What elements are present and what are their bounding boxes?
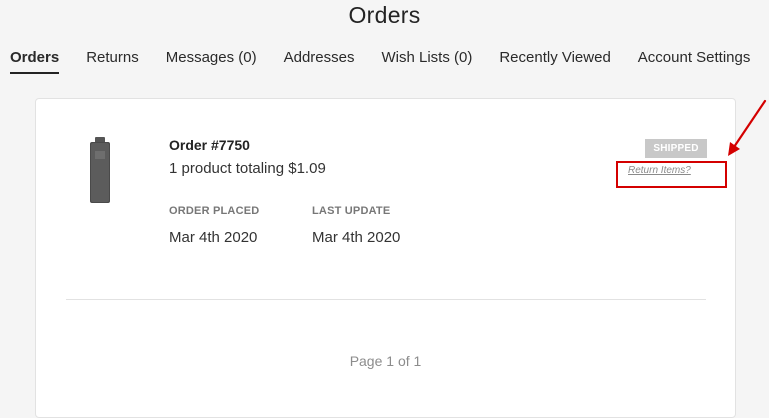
order-summary: 1 product totaling $1.09 — [169, 160, 326, 177]
annotation-arrow-icon — [728, 99, 767, 156]
return-items-link[interactable]: Return Items? — [628, 165, 691, 176]
tab-messages[interactable]: Messages (0) — [166, 48, 257, 72]
tab-returns[interactable]: Returns — [86, 48, 139, 72]
tab-recently-viewed[interactable]: Recently Viewed — [499, 48, 610, 72]
tab-wish-lists[interactable]: Wish Lists (0) — [381, 48, 472, 72]
order-placed-label: ORDER PLACED — [169, 205, 260, 217]
order-number[interactable]: Order #7750 — [169, 137, 250, 153]
usb-drive-icon[interactable] — [88, 137, 112, 203]
last-update-value: Mar 4th 2020 — [312, 229, 401, 246]
account-tabs: Orders Returns Messages (0) Addresses Wi… — [10, 48, 751, 74]
status-badge: SHIPPED — [645, 139, 707, 158]
order-placed-value: Mar 4th 2020 — [169, 229, 258, 246]
tab-addresses[interactable]: Addresses — [284, 48, 355, 72]
divider — [66, 299, 706, 300]
pagination: Page 1 of 1 — [349, 353, 422, 369]
page-title: Orders — [348, 2, 421, 28]
last-update-label: LAST UPDATE — [312, 205, 391, 217]
order-card: Order #7750 1 product totaling $1.09 ORD… — [35, 98, 736, 418]
tab-orders[interactable]: Orders — [10, 48, 60, 74]
tab-account-settings[interactable]: Account Settings — [638, 48, 751, 72]
